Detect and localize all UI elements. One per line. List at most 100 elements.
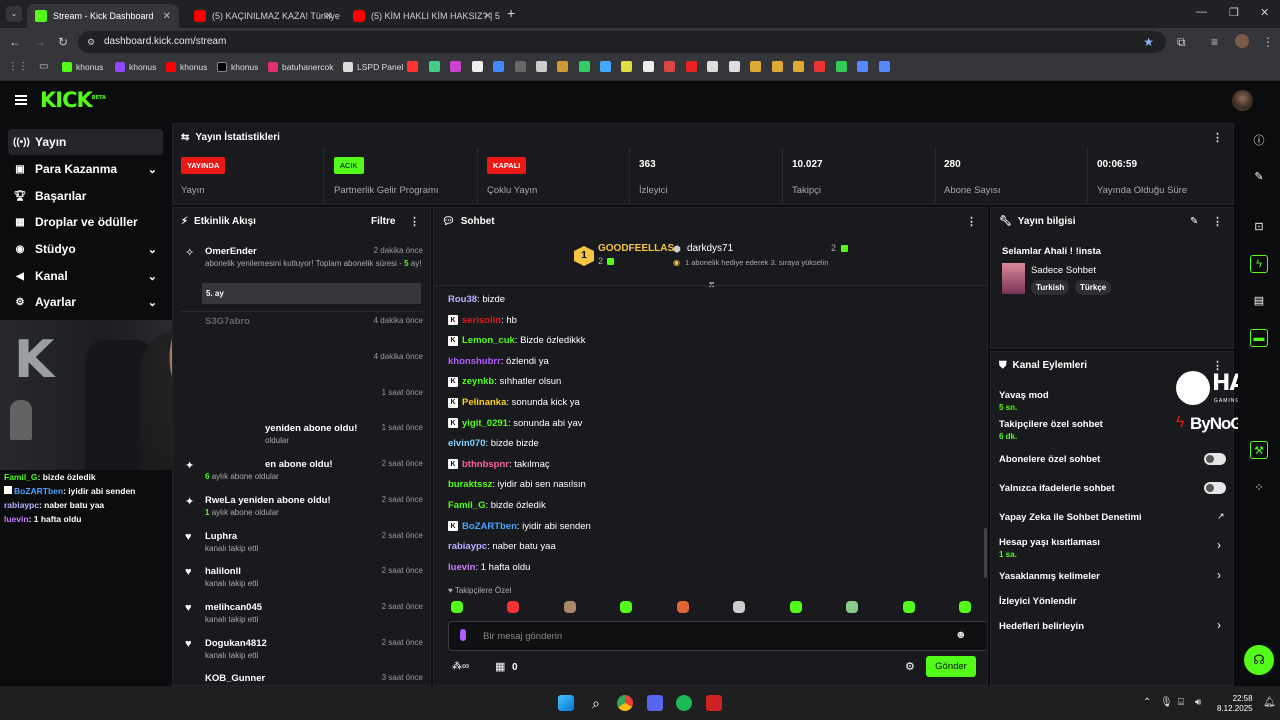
chat-username[interactable]: bthnbspnr <box>462 459 509 470</box>
search-icon[interactable]: ⌕ <box>588 695 604 711</box>
chat-username[interactable]: Lemon_cuk <box>462 335 515 346</box>
more-options-icon[interactable]: ⋮ <box>966 215 977 228</box>
more-options-icon[interactable]: ⋮ <box>1212 131 1223 144</box>
reload-icon[interactable]: ↻ <box>58 35 68 49</box>
sidebar-item-para-kazanma[interactable]: ▣ Para Kazanma ⌄ <box>8 156 163 182</box>
chat-username[interactable]: luevin <box>448 562 475 573</box>
bookmark-kick[interactable]: khonus <box>62 62 103 72</box>
folder-icon[interactable]: ▭ <box>39 61 48 72</box>
edit-icon[interactable]: ✎ <box>1250 167 1268 185</box>
volume-icon[interactable]: 🔊︎ <box>1195 697 1201 708</box>
bookmark-icon[interactable] <box>836 61 847 72</box>
subscribers-only-mode[interactable]: Abonelere özel sohbet <box>999 454 1100 465</box>
emote-icon[interactable] <box>959 601 971 613</box>
scrollbar[interactable] <box>984 528 987 578</box>
bookmark-lspd[interactable]: LSPD Panel <box>343 62 403 72</box>
microphone-icon[interactable] <box>460 629 466 641</box>
close-tab-icon[interactable]: ✕ <box>163 11 171 22</box>
bookmark-youtube[interactable]: khonus <box>166 62 207 72</box>
bookmark-icon[interactable] <box>664 61 675 72</box>
maximize-icon[interactable]: ❐ <box>1229 6 1239 19</box>
store-icon[interactable]: ▦ <box>495 660 505 673</box>
filter-button[interactable]: Filtre <box>371 216 395 227</box>
sidebar-item-yayin[interactable]: ((•)) Yayın <box>8 129 163 155</box>
emote-icon[interactable] <box>564 601 576 613</box>
chat-input[interactable]: Bir mesaj gönderin ☻ <box>448 621 987 651</box>
bookmark-icon[interactable] <box>707 61 718 72</box>
emote-icon[interactable] <box>790 601 802 613</box>
emote-icon[interactable] <box>903 601 915 613</box>
close-tab-icon[interactable]: ✕ <box>325 11 333 22</box>
sidebar-item-basarilar[interactable]: 🏆︎ Başarılar <box>8 183 163 209</box>
chat-username[interactable]: zeynkb <box>462 376 494 387</box>
sidebar-item-ayarlar[interactable]: ⚙ Ayarlar ⌄ <box>8 289 163 315</box>
ai-moderation[interactable]: Yapay Zeka ile Sohbet Denetimi <box>999 512 1142 523</box>
bookmark-icon[interactable] <box>729 61 740 72</box>
bookmark-icon[interactable] <box>793 61 804 72</box>
chat-username[interactable]: serisolin <box>462 315 501 326</box>
emote-icon[interactable] <box>451 601 463 613</box>
bookmark-twitch[interactable]: khonus <box>115 62 156 72</box>
lightning-icon[interactable]: ϟ <box>1250 255 1268 273</box>
minimize-icon[interactable]: — <box>1196 6 1207 18</box>
send-button[interactable]: Gönder <box>926 656 976 677</box>
sidebar-item-kanal[interactable]: ◀ Kanal ⌄ <box>8 263 163 289</box>
new-tab-button[interactable]: + <box>507 5 515 21</box>
bookmark-icon[interactable] <box>515 61 526 72</box>
tab-search-icon[interactable]: ⌄ <box>6 6 22 22</box>
edit-icon[interactable]: ✎ <box>1190 216 1198 227</box>
spotify-icon[interactable] <box>676 695 692 711</box>
emote-icon[interactable] <box>507 601 519 613</box>
bookmark-icon[interactable] <box>450 61 461 72</box>
clock[interactable]: 22:58 8.12.2025 <box>1217 694 1253 714</box>
chat-points-icon[interactable]: ⁂∞ <box>452 661 469 672</box>
tab-youtube-1[interactable]: (5) KAÇINILMAZ KAZA! Türkiye ✕ <box>186 4 341 28</box>
bookmark-icon[interactable] <box>493 61 504 72</box>
chat-username[interactable]: rabiaypc <box>448 541 487 552</box>
chat-username[interactable]: BoZARTben <box>462 521 517 532</box>
chat-username[interactable]: Pelinanka <box>462 397 506 408</box>
bookmark-icon[interactable] <box>579 61 590 72</box>
subscribers-only-toggle[interactable] <box>1204 453 1226 465</box>
bookmark-icon[interactable] <box>772 61 783 72</box>
back-icon[interactable]: ← <box>9 35 21 49</box>
microphone-icon[interactable]: 🎙︎ <box>1160 697 1173 708</box>
tab-youtube-2[interactable]: (5) KİM HAKLI KİM HAKSIZ? | 5 ✕ <box>345 4 500 28</box>
raid-viewers[interactable]: İzleyici Yönlendir <box>999 596 1076 607</box>
emote-icon[interactable] <box>733 601 745 613</box>
bookmark-icon[interactable] <box>600 61 611 72</box>
bookmark-icon[interactable] <box>814 61 825 72</box>
chat-username[interactable]: Rou38 <box>448 294 477 305</box>
notification-icon[interactable]: 🔔︎ <box>1263 697 1276 708</box>
banned-words[interactable]: Yasaklanmış kelimeler <box>999 571 1100 582</box>
bookmark-icon[interactable] <box>750 61 761 72</box>
chat-settings-icon[interactable]: ⚙ <box>905 660 915 673</box>
chrome-icon[interactable] <box>617 695 633 711</box>
more-options-icon[interactable]: ⋮ <box>409 215 420 228</box>
chat-username[interactable]: elvin070 <box>448 438 486 449</box>
info-icon[interactable]: ⓘ <box>1250 131 1268 149</box>
bookmark-star-icon[interactable]: ★ <box>1143 31 1154 53</box>
bookmark-icon[interactable] <box>557 61 568 72</box>
close-window-icon[interactable]: ✕ <box>1260 6 1269 19</box>
bookmark-icon[interactable] <box>472 61 483 72</box>
bookmark-instagram[interactable]: batuhanercok <box>268 62 334 72</box>
url-bar[interactable]: ⚙ dashboard.kick.com/stream ★ <box>78 31 1166 53</box>
extensions-icon[interactable]: ⧉ <box>1177 35 1186 50</box>
bookmark-icon[interactable] <box>429 61 440 72</box>
chat-icon[interactable]: ▬ <box>1250 329 1268 347</box>
forward-icon[interactable]: → <box>34 35 46 49</box>
bookmark-icon[interactable] <box>643 61 654 72</box>
close-tab-icon[interactable]: ✕ <box>484 11 492 22</box>
menu-icon[interactable]: ⋮ <box>1262 35 1274 49</box>
windows-start-icon[interactable] <box>558 695 574 711</box>
slow-mode[interactable]: Yavaş mod 5 sn. <box>999 390 1049 412</box>
account-age-restriction[interactable]: Hesap yaşı kısıtlaması 1 sa. <box>999 537 1100 559</box>
hamburger-menu-icon[interactable] <box>15 95 27 105</box>
network-icon[interactable]: ⌸ <box>1178 697 1184 708</box>
bookmark-icon[interactable] <box>686 61 697 72</box>
followers-only-mode[interactable]: Takipçilere özel sohbet 6 dk. <box>999 419 1103 441</box>
support-button[interactable]: ☊ <box>1244 645 1274 675</box>
emoji-icon[interactable]: ☻ <box>955 629 967 641</box>
emote-icon[interactable] <box>620 601 632 613</box>
